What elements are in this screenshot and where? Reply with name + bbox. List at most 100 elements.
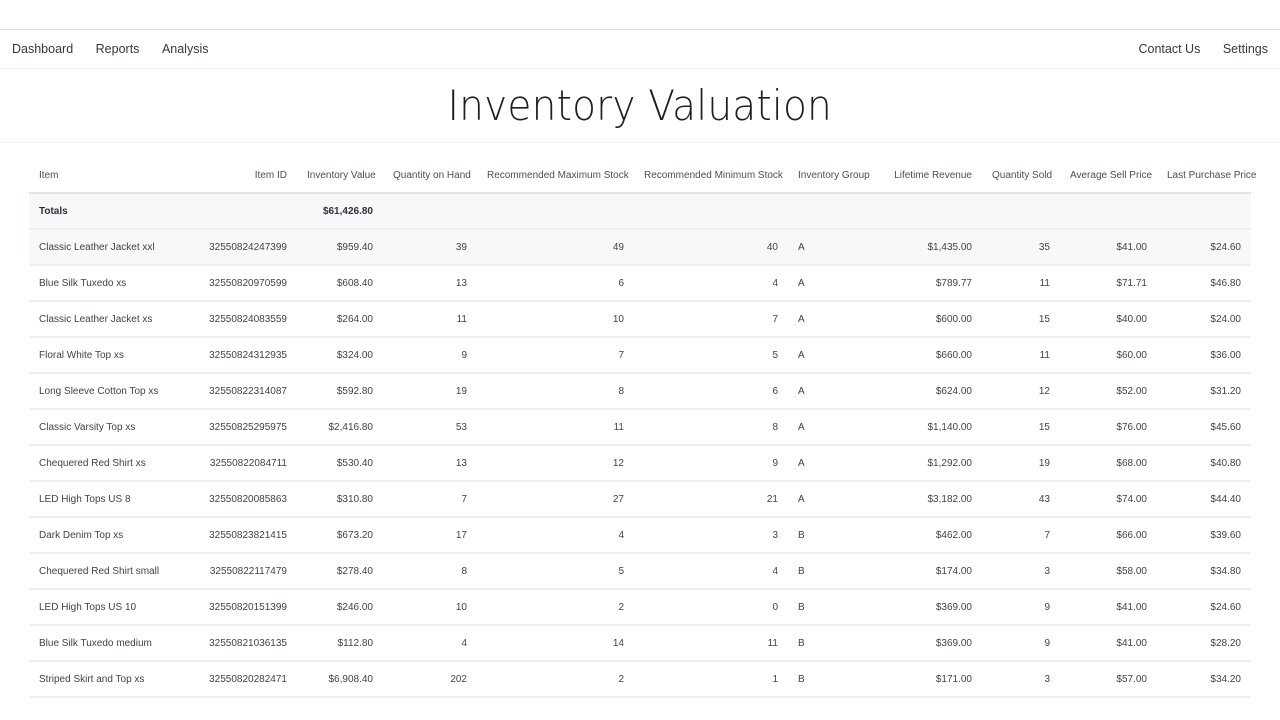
totals-empty-cell [982, 193, 1060, 230]
cell-recommended-maximum-stock: 2 [477, 661, 634, 698]
table-row[interactable]: Classic Leather Jacket xxl 32550824247399… [29, 229, 1251, 266]
nav-right: Contact Us Settings [1116, 42, 1268, 56]
cell-quantity-on-hand: 11 [383, 301, 477, 338]
cell-inventory-group: A [788, 265, 876, 302]
cell-inventory-value: $112.80 [297, 625, 383, 662]
totals-empty-cell [788, 193, 876, 230]
column-header-item[interactable]: Item [29, 158, 195, 194]
table-row[interactable]: Chequered Red Shirt small 32550822117479 $… [29, 553, 1251, 590]
cell-recommended-maximum-stock: 2 [477, 589, 634, 626]
page-header: Inventory Valuation [0, 69, 1280, 143]
cell-quantity-on-hand: 7 [383, 481, 477, 518]
cell-lifetime-revenue: $660.00 [876, 337, 982, 374]
cell-average-sell-price: $41.00 [1060, 229, 1157, 266]
inventory-valuation-table: Item Item ID Inventory Value Quantity on… [29, 158, 1257, 698]
cell-recommended-minimum-stock: 40 [634, 229, 788, 266]
cell-recommended-minimum-stock: 0 [634, 589, 788, 626]
column-header-quantity-sold[interactable]: Quantity Sold [982, 158, 1060, 194]
cell-item-id: 32550824083559 [195, 301, 297, 338]
table-row[interactable]: Blue Silk Tuxedo xs 32550820970599 $608.40… [29, 265, 1251, 302]
cell-item: LED High Tops US 10 [29, 589, 195, 626]
cell-last-purchase-price: $36.00 [1157, 337, 1251, 374]
column-header-last-purchase-price[interactable]: Last Purchase Price [1157, 158, 1257, 194]
cell-inventory-value: $278.40 [297, 553, 383, 590]
cell-lifetime-revenue: $174.00 [876, 553, 982, 590]
table-row[interactable]: LED High Tops US 8 32550820085863 $310.80 7… [29, 481, 1251, 518]
column-header-average-sell-price[interactable]: Average Sell Price [1060, 158, 1157, 194]
cell-recommended-maximum-stock: 6 [477, 265, 634, 302]
cell-recommended-minimum-stock: 5 [634, 337, 788, 374]
table-row[interactable]: Classic Leather Jacket xs 32550824083559 $… [29, 301, 1251, 338]
table-row[interactable]: Blue Silk Tuxedo medium 32550821036135 $11… [29, 625, 1251, 662]
cell-last-purchase-price: $45.60 [1157, 409, 1251, 446]
cell-recommended-minimum-stock: 1 [634, 661, 788, 698]
cell-item: Chequered Red Shirt small [29, 553, 195, 590]
nav-left: Dashboard Reports Analysis [12, 42, 231, 56]
totals-row: Totals $61,426.80 [29, 193, 1251, 230]
cell-item-id: 32550824247399 [195, 229, 297, 266]
nav-analysis-link[interactable]: Analysis [162, 42, 209, 56]
column-header-inventory-group[interactable]: Inventory Group [788, 158, 876, 194]
table-row[interactable]: Classic Varsity Top xs 32550825295975 $2,4… [29, 409, 1251, 446]
cell-lifetime-revenue: $369.00 [876, 589, 982, 626]
cell-lifetime-revenue: $624.00 [876, 373, 982, 410]
cell-inventory-group: B [788, 661, 876, 698]
table-row[interactable]: Chequered Red Shirt xs 32550822084711 $530… [29, 445, 1251, 482]
cell-quantity-on-hand: 8 [383, 553, 477, 590]
cell-last-purchase-price: $34.80 [1157, 553, 1251, 590]
cell-quantity-on-hand: 10 [383, 589, 477, 626]
cell-quantity-sold: 11 [982, 337, 1060, 374]
cell-item-id: 32550821036135 [195, 625, 297, 662]
cell-item: Classic Leather Jacket xxl [29, 229, 195, 266]
table-row[interactable]: LED High Tops US 10 32550820151399 $246.00… [29, 589, 1251, 626]
column-header-lifetime-revenue[interactable]: Lifetime Revenue [876, 158, 982, 194]
table-row[interactable]: Dark Denim Top xs 32550823821415 $673.20 17… [29, 517, 1251, 554]
cell-quantity-sold: 7 [982, 517, 1060, 554]
cell-lifetime-revenue: $1,292.00 [876, 445, 982, 482]
cell-lifetime-revenue: $789.77 [876, 265, 982, 302]
cell-item: Blue Silk Tuxedo xs [29, 265, 195, 302]
cell-inventory-value: $673.20 [297, 517, 383, 554]
cell-lifetime-revenue: $171.00 [876, 661, 982, 698]
cell-inventory-group: B [788, 517, 876, 554]
cell-inventory-value: $592.80 [297, 373, 383, 410]
cell-recommended-minimum-stock: 4 [634, 265, 788, 302]
cell-quantity-sold: 15 [982, 409, 1060, 446]
totals-empty-cell [1060, 193, 1157, 230]
cell-item-id: 32550820151399 [195, 589, 297, 626]
nav-reports-link[interactable]: Reports [96, 42, 140, 56]
cell-average-sell-price: $40.00 [1060, 301, 1157, 338]
column-header-quantity-on-hand[interactable]: Quantity on Hand [383, 158, 477, 194]
cell-inventory-value: $2,416.80 [297, 409, 383, 446]
totals-inventory-value: $61,426.80 [297, 193, 383, 230]
column-header-inventory-value[interactable]: Inventory Value [297, 158, 383, 194]
column-header-item-id[interactable]: Item ID [195, 158, 297, 194]
column-header-recommended-maximum-stock[interactable]: Recommended Maximum Stock [477, 158, 634, 194]
cell-inventory-value: $246.00 [297, 589, 383, 626]
cell-item: Classic Varsity Top xs [29, 409, 195, 446]
cell-inventory-group: A [788, 445, 876, 482]
cell-item-id: 32550823821415 [195, 517, 297, 554]
cell-inventory-value: $959.40 [297, 229, 383, 266]
cell-quantity-sold: 35 [982, 229, 1060, 266]
cell-quantity-on-hand: 202 [383, 661, 477, 698]
cell-average-sell-price: $60.00 [1060, 337, 1157, 374]
nav-contact-us-link[interactable]: Contact Us [1138, 42, 1200, 56]
nav-settings-link[interactable]: Settings [1223, 42, 1268, 56]
cell-item: Classic Leather Jacket xs [29, 301, 195, 338]
cell-inventory-group: A [788, 229, 876, 266]
nav-dashboard-link[interactable]: Dashboard [12, 42, 73, 56]
cell-recommended-maximum-stock: 27 [477, 481, 634, 518]
table-row[interactable]: Long Sleeve Cotton Top xs 32550822314087 $… [29, 373, 1251, 410]
cell-average-sell-price: $66.00 [1060, 517, 1157, 554]
table-row[interactable]: Floral White Top xs 32550824312935 $324.00… [29, 337, 1251, 374]
cell-inventory-group: A [788, 481, 876, 518]
cell-last-purchase-price: $28.20 [1157, 625, 1251, 662]
totals-empty-cell [477, 193, 634, 230]
totals-label: Totals [29, 193, 195, 230]
table-row[interactable]: Striped Skirt and Top xs 32550820282471 $6… [29, 661, 1251, 698]
table-body: Totals $61,426.80 Classic Leather Jacket… [29, 193, 1251, 698]
cell-recommended-maximum-stock: 11 [477, 409, 634, 446]
cell-quantity-sold: 19 [982, 445, 1060, 482]
column-header-recommended-minimum-stock[interactable]: Recommended Minimum Stock [634, 158, 788, 194]
